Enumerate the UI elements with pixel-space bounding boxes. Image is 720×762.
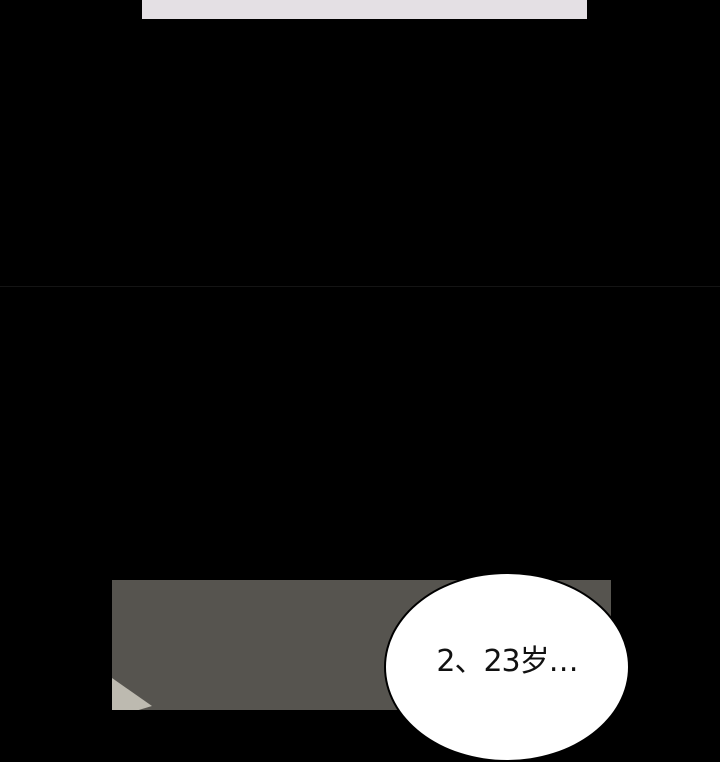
panel-divider [0, 286, 720, 287]
light-shape [112, 678, 152, 710]
top-panel-edge [142, 0, 587, 19]
speech-bubble-text: 2、23岁… [436, 644, 578, 679]
